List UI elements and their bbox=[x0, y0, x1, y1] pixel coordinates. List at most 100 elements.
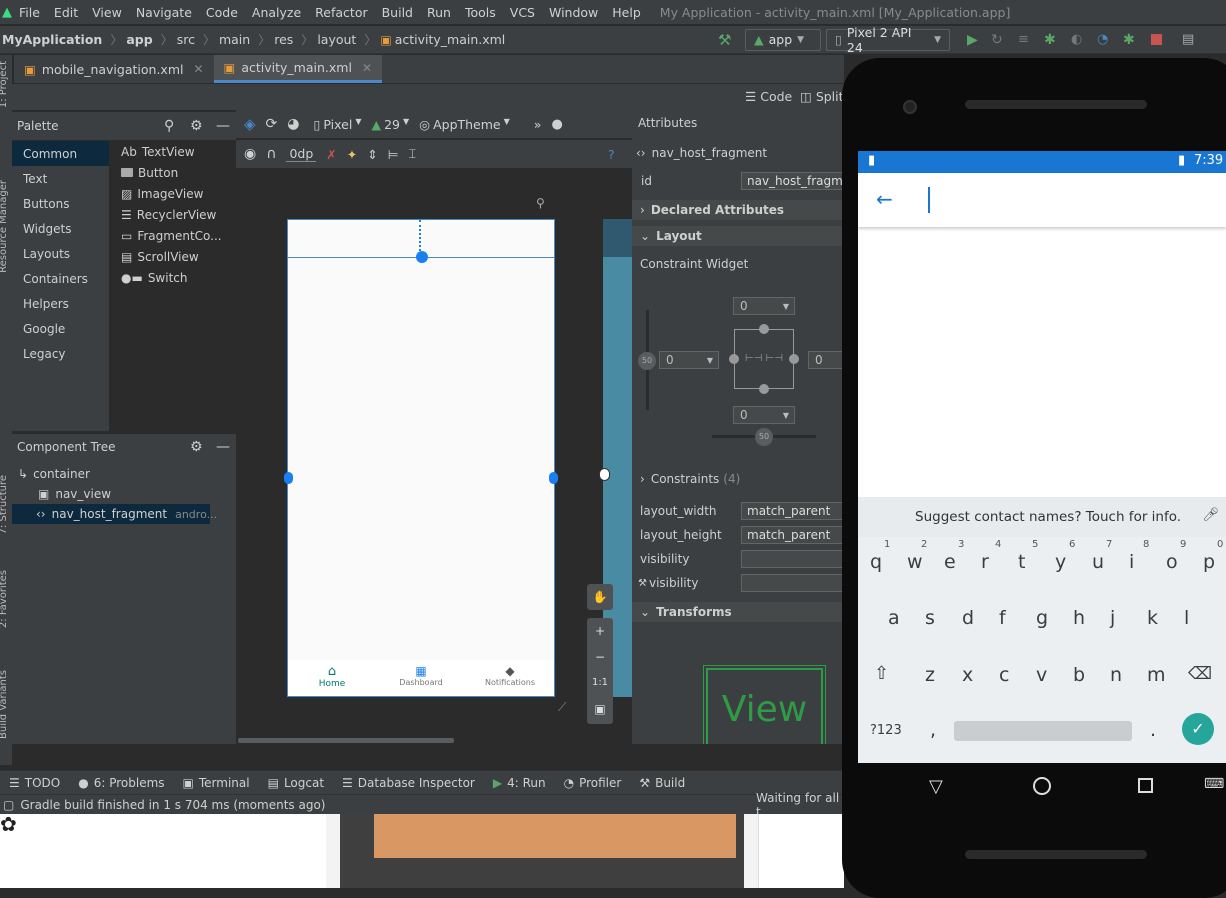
rerun-icon[interactable]: ↻ bbox=[991, 32, 1003, 48]
palette-item-textview[interactable]: Ab TextView bbox=[109, 141, 236, 162]
menu-help[interactable]: Help bbox=[612, 5, 641, 20]
menu-vcs[interactable]: VCS bbox=[510, 5, 535, 20]
key-k[interactable]: k bbox=[1147, 607, 1158, 629]
menu-code[interactable]: Code bbox=[206, 5, 238, 20]
palette-category-containers[interactable]: Containers bbox=[12, 266, 109, 291]
menu-window[interactable]: Window bbox=[549, 5, 598, 20]
vertical-bias-value[interactable]: 50 bbox=[638, 352, 656, 370]
microphone-icon[interactable]: 🎤︎ bbox=[1202, 507, 1219, 523]
status-toggle-icon[interactable]: ▢ bbox=[3, 798, 14, 812]
layout-height-field[interactable]: match_parent bbox=[741, 526, 844, 544]
margin-left-select[interactable]: 0 ▼ bbox=[659, 351, 719, 369]
constraints-section[interactable]: › Constraints (4) bbox=[632, 472, 844, 486]
constraint-right-dot[interactable] bbox=[789, 354, 799, 364]
menu-tools[interactable]: Tools bbox=[465, 5, 496, 20]
nav-back-button[interactable]: ▽ bbox=[929, 776, 943, 797]
key-e[interactable]: e bbox=[944, 551, 956, 573]
zoom-out-button[interactable]: − bbox=[587, 644, 613, 670]
key-j[interactable]: j bbox=[1110, 607, 1115, 629]
orientation-icon[interactable]: ⟳ bbox=[266, 116, 278, 132]
constraint-bottom-dot[interactable] bbox=[759, 384, 769, 394]
constraint-left-dot[interactable] bbox=[729, 354, 739, 364]
device-selector[interactable]: ▯ Pixel ▼ bbox=[314, 117, 362, 132]
palette-item-scrollview[interactable]: ▤ ScrollView bbox=[109, 246, 236, 267]
key-x[interactable]: x bbox=[962, 664, 973, 686]
night-mode-icon[interactable]: ◕ bbox=[287, 116, 299, 132]
hammer-icon[interactable]: ⚒ bbox=[718, 31, 731, 49]
pan-button[interactable]: ✋ bbox=[587, 584, 613, 610]
symbols-key[interactable]: ?123 bbox=[870, 723, 902, 738]
comma-key[interactable]: , bbox=[930, 719, 936, 741]
id-field[interactable]: nav_host_fragmen bbox=[741, 172, 844, 190]
margin-right-select[interactable]: 0 bbox=[808, 351, 844, 369]
enter-key[interactable]: ✓ bbox=[1182, 713, 1214, 745]
pin-icon[interactable]: ⚲ bbox=[536, 196, 545, 210]
transforms-section[interactable]: ⌄ Transforms bbox=[632, 602, 844, 622]
horizontal-bias-value[interactable]: 50 bbox=[755, 428, 773, 446]
nav-home-button[interactable] bbox=[1033, 777, 1051, 795]
tab-activity-main[interactable]: ▣ activity_main.xml ✕ bbox=[213, 55, 382, 83]
horizontal-scrollbar[interactable] bbox=[238, 738, 454, 743]
constraint-handle-left[interactable] bbox=[284, 472, 293, 484]
constraint-top-dot[interactable] bbox=[759, 324, 769, 334]
terminal-tool-button[interactable]: ▣ Terminal bbox=[183, 776, 250, 790]
breadcrumb-src[interactable]: src bbox=[177, 32, 195, 47]
key-f[interactable]: f bbox=[999, 607, 1006, 629]
device-manager-icon[interactable]: ▤ bbox=[1182, 32, 1194, 47]
nav-recents-button[interactable] bbox=[1138, 778, 1153, 793]
infer-constraints-icon[interactable]: ✦ bbox=[347, 147, 357, 162]
key-h[interactable]: h bbox=[1073, 607, 1085, 629]
attach-debugger-icon[interactable]: ◐ bbox=[1071, 32, 1082, 47]
structure-tool-tab[interactable]: 7: Structure bbox=[0, 475, 9, 534]
key-y[interactable]: y bbox=[1055, 551, 1066, 573]
palette-category-text[interactable]: Text bbox=[12, 166, 109, 191]
gear-icon[interactable]: ⚙ bbox=[190, 439, 203, 455]
profiler-tool-button[interactable]: ◔ Profiler bbox=[564, 776, 622, 790]
palette-category-layouts[interactable]: Layouts bbox=[12, 241, 109, 266]
build-tool-button[interactable]: ⚒ Build bbox=[639, 776, 685, 790]
key-c[interactable]: c bbox=[999, 664, 1009, 686]
breadcrumb-file[interactable]: activity_main.xml bbox=[395, 32, 506, 47]
align-icon[interactable]: ⊨ bbox=[388, 147, 399, 162]
phone-screen[interactable]: ▮ ▮ 7:39 ← Suggest contact names? Touch … bbox=[858, 151, 1226, 763]
tree-node-container[interactable]: ↳ container bbox=[12, 464, 236, 484]
breadcrumb-project[interactable]: MyApplication bbox=[2, 32, 102, 47]
api-selector[interactable]: ▲ 29 ▼ bbox=[371, 117, 409, 132]
default-margin-field[interactable]: 0dp bbox=[286, 146, 317, 162]
run-tool-button[interactable]: ▶ 4: Run bbox=[493, 776, 546, 790]
menu-file[interactable]: File bbox=[19, 5, 40, 20]
menu-refactor[interactable]: Refactor bbox=[315, 5, 367, 20]
close-icon[interactable]: ✕ bbox=[193, 62, 203, 76]
key-n[interactable]: n bbox=[1110, 664, 1122, 686]
palette-item-recyclerview[interactable]: ☰ RecyclerView bbox=[109, 204, 236, 225]
run-icon[interactable]: ▶ bbox=[967, 32, 978, 48]
tools-visibility-field[interactable] bbox=[741, 574, 844, 592]
zoom-fit-button[interactable]: ▣ bbox=[587, 696, 613, 722]
layout-width-field[interactable]: match_parent bbox=[741, 502, 844, 520]
favorites-tool-tab[interactable]: 2: Favorites bbox=[0, 570, 9, 628]
search-input[interactable] bbox=[928, 187, 930, 213]
key-s[interactable]: s bbox=[925, 607, 935, 629]
key-l[interactable]: l bbox=[1184, 607, 1189, 629]
key-m[interactable]: m bbox=[1147, 664, 1166, 686]
palette-category-widgets[interactable]: Widgets bbox=[12, 216, 109, 241]
code-view-button[interactable]: ☰ Code bbox=[745, 89, 792, 104]
palette-category-buttons[interactable]: Buttons bbox=[12, 191, 109, 216]
logcat-tool-button[interactable]: ▤ Logcat bbox=[268, 776, 324, 790]
minimize-icon[interactable]: — bbox=[216, 439, 230, 455]
palette-category-google[interactable]: Google bbox=[12, 316, 109, 341]
key-t[interactable]: t bbox=[1018, 551, 1025, 573]
problems-tool-button[interactable]: ● 6: Problems bbox=[78, 776, 164, 790]
tab-mobile-navigation[interactable]: ▣ mobile_navigation.xml ✕ bbox=[14, 55, 214, 83]
project-tool-tab[interactable]: 1: Project bbox=[0, 61, 9, 108]
profile-icon[interactable]: ◔ bbox=[1097, 32, 1108, 47]
constraint-handle[interactable] bbox=[416, 251, 428, 263]
key-w[interactable]: w bbox=[907, 551, 923, 573]
menu-run[interactable]: Run bbox=[427, 5, 451, 20]
palette-category-common[interactable]: Common bbox=[12, 141, 109, 166]
clear-constraints-icon[interactable]: ✗ bbox=[326, 147, 336, 162]
breadcrumb-layout[interactable]: layout bbox=[317, 32, 356, 47]
tree-node-nav-view[interactable]: ▣ nav_view bbox=[12, 484, 236, 504]
key-d[interactable]: d bbox=[962, 607, 974, 629]
space-key[interactable] bbox=[954, 721, 1132, 741]
